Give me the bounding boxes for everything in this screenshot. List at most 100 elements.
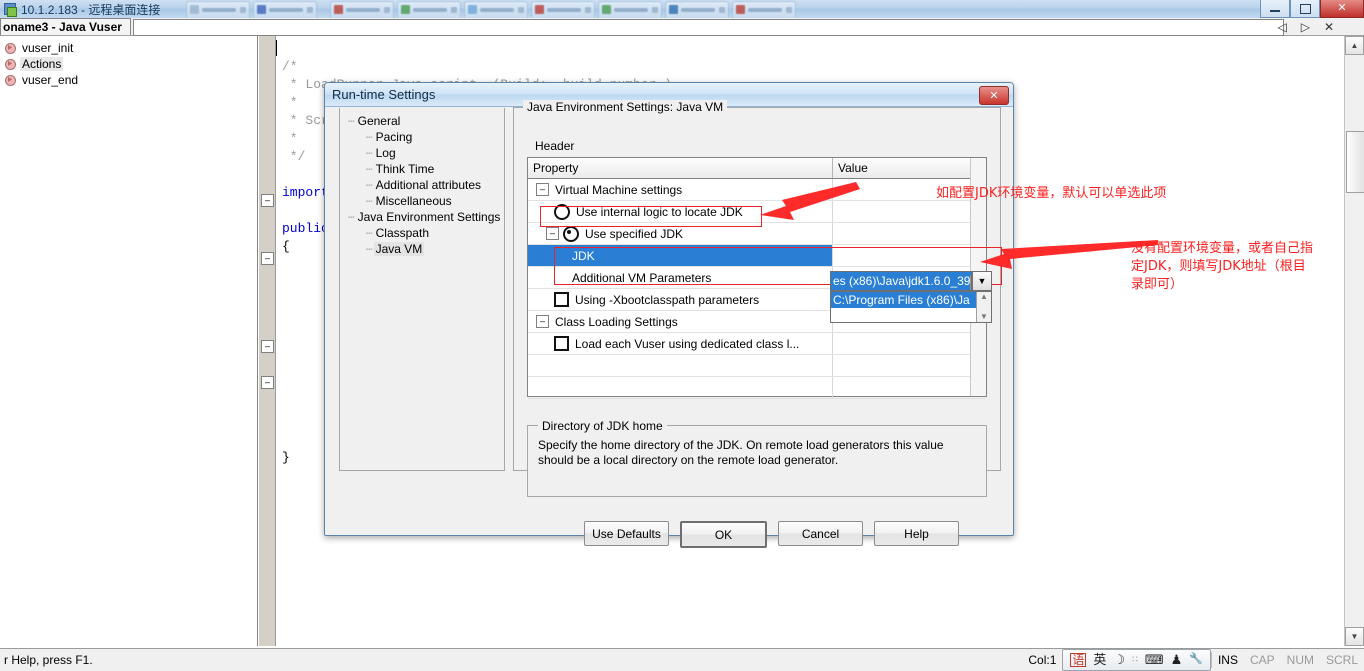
ime-toolbox-icon[interactable]: ♟ <box>1171 653 1183 666</box>
table-row[interactable]: – Use specified JDK <box>528 223 986 245</box>
minimize-button[interactable] <box>1260 0 1290 18</box>
fold-marker[interactable]: – <box>261 194 274 207</box>
ime-keyboard-icon[interactable]: ⌨ <box>1145 653 1164 666</box>
settings-tree-label: Additional attributes <box>375 178 482 192</box>
fold-marker[interactable]: – <box>261 376 274 389</box>
value-cell[interactable] <box>833 355 986 376</box>
background-tab[interactable] <box>186 0 251 18</box>
restore-button[interactable] <box>1290 0 1320 18</box>
mdi-close-icon[interactable]: ✕ <box>1324 20 1334 34</box>
scroll-down-arrow[interactable]: ▼ <box>980 313 988 321</box>
mdi-prev-icon[interactable]: ◁ <box>1277 20 1286 34</box>
scroll-up-arrow[interactable]: ▲ <box>1345 36 1364 55</box>
background-tab[interactable] <box>598 0 663 18</box>
property-cell: – Class Loading Settings <box>528 311 833 332</box>
expander-icon[interactable]: – <box>536 315 549 328</box>
background-tab[interactable] <box>253 0 318 18</box>
property-label: Load each Vuser using dedicated class l.… <box>575 336 800 351</box>
settings-tree-item-general[interactable]: ┄ General <box>344 113 504 129</box>
action-icon <box>4 58 16 70</box>
settings-tree-item-log[interactable]: ┄ Log <box>344 145 504 161</box>
value-cell[interactable] <box>833 223 986 244</box>
background-tab[interactable] <box>531 0 596 18</box>
settings-tree-item-java-environment-settings[interactable]: ┄ Java Environment Settings <box>344 209 504 225</box>
background-tab[interactable] <box>330 0 395 18</box>
expander-icon[interactable]: – <box>546 227 559 240</box>
settings-tree-item-classpath[interactable]: ┄ Classpath <box>344 225 504 241</box>
mdi-controls: ◁ ▷ ✕ <box>1277 19 1334 34</box>
ok-button[interactable]: OK <box>680 521 767 548</box>
settings-tree-item-additional-attributes[interactable]: ┄ Additional attributes <box>344 177 504 193</box>
checkbox-using-xbootclasspath[interactable] <box>554 292 569 307</box>
settings-tree-item-think-time[interactable]: ┄ Think Time <box>344 161 504 177</box>
background-tab[interactable] <box>397 0 462 18</box>
table-row[interactable]: – Virtual Machine settings <box>528 179 986 201</box>
fold-marker[interactable]: – <box>261 340 274 353</box>
tree-item-label: vuser_init <box>22 41 74 55</box>
expander-icon[interactable]: – <box>536 183 549 196</box>
tree-branch-icon: ┄ <box>366 179 373 192</box>
ime-halfwidth-icon[interactable]: ☽ <box>1113 653 1125 666</box>
table-row[interactable]: JDK <box>528 245 986 267</box>
use-defaults-button[interactable]: Use Defaults <box>584 521 669 546</box>
property-grid[interactable]: Property Value – Virtual Machine setting… <box>527 157 992 399</box>
ime-language-icon[interactable]: 语 <box>1070 652 1087 667</box>
background-tab[interactable] <box>732 0 797 18</box>
table-row[interactable] <box>528 355 986 377</box>
dialog-button-row: Use Defaults OK Cancel Help <box>325 521 1013 548</box>
annotation-text-1: 如配置JDK环境变量，默认可以单选此项 <box>936 186 1167 201</box>
mdi-tab-title[interactable]: oname3 - Java Vuser <box>0 18 131 35</box>
dropdown-scrollbar[interactable]: ▲ ▼ <box>976 292 991 322</box>
tree-item-vuser-init[interactable]: vuser_init <box>2 40 257 56</box>
status-indicator-cap: CAP <box>1249 652 1275 667</box>
dialog-title: Run-time Settings <box>332 87 436 102</box>
radio-use-internal-logic[interactable] <box>554 203 570 220</box>
ime-mode-icon[interactable]: 英 <box>1093 653 1106 666</box>
code-line: import <box>282 185 329 200</box>
column-header-value[interactable]: Value <box>833 158 986 178</box>
table-row[interactable] <box>528 377 986 399</box>
close-icon: ✕ <box>989 90 999 102</box>
checkbox-load-each-vuser[interactable] <box>554 336 569 351</box>
dropdown-arrow-icon[interactable]: ▼ <box>973 271 992 291</box>
jdk-path-dropdown-list[interactable]: C:\Program Files (x86)\Ja ▲ ▼ <box>830 291 992 323</box>
dialog-close-button[interactable]: ✕ <box>979 86 1009 105</box>
window-controls: ✕ <box>1260 0 1364 18</box>
settings-tree-label: Log <box>375 146 396 160</box>
cancel-button[interactable]: Cancel <box>778 521 863 546</box>
value-cell[interactable] <box>833 377 986 398</box>
settings-tree-label: Miscellaneous <box>375 194 452 208</box>
ime-wrench-icon[interactable]: 🔧 <box>1189 654 1203 665</box>
editor-scrollbar[interactable]: ▲ ▼ <box>1344 36 1364 646</box>
table-row[interactable]: Use internal logic to locate JDK <box>528 201 986 223</box>
table-row[interactable]: Load each Vuser using dedicated class l.… <box>528 333 986 355</box>
close-button[interactable]: ✕ <box>1320 0 1364 18</box>
tree-item-vuser-end[interactable]: vuser_end <box>2 72 257 88</box>
help-button[interactable]: Help <box>874 521 959 546</box>
dropdown-option[interactable]: C:\Program Files (x86)\Ja <box>831 292 976 308</box>
settings-tree-item-java-vm[interactable]: ┄ Java VM <box>344 241 504 257</box>
ime-punctuation-icon[interactable]: ∷ <box>1132 655 1138 664</box>
value-cell[interactable] <box>833 333 986 354</box>
settings-category-tree: ┄ General ┄ Pacing ┄ Log ┄ Think Time ┄ <box>339 108 505 471</box>
fold-marker[interactable]: – <box>261 252 274 265</box>
background-tab[interactable] <box>665 0 730 18</box>
background-tab[interactable] <box>464 0 529 18</box>
mdi-next-icon[interactable]: ▷ <box>1301 20 1310 34</box>
tree-item-actions[interactable]: Actions <box>2 56 257 72</box>
ime-toolbar[interactable]: 语 英 ☽ ∷ ⌨ ♟ 🔧 <box>1062 648 1211 671</box>
radio-use-specified-jdk[interactable] <box>563 225 579 242</box>
jdk-path-combobox[interactable]: es (x86)\Java\jdk1.6.0_39 ▼ <box>830 271 992 291</box>
column-header-property[interactable]: Property <box>528 158 833 178</box>
value-cell[interactable] <box>833 201 986 222</box>
tree-branch-icon: ┄ <box>366 227 373 240</box>
scroll-down-arrow[interactable]: ▼ <box>1345 627 1364 646</box>
settings-tree-item-miscellaneous[interactable]: ┄ Miscellaneous <box>344 193 504 209</box>
value-cell[interactable] <box>833 245 986 266</box>
tree-branch-icon: ┄ <box>348 211 355 224</box>
scrollbar-thumb[interactable] <box>1346 131 1364 193</box>
settings-tree-label: Think Time <box>375 162 435 176</box>
settings-tree-item-pacing[interactable]: ┄ Pacing <box>344 129 504 145</box>
jdk-path-input[interactable]: es (x86)\Java\jdk1.6.0_39 <box>830 271 973 291</box>
scroll-up-arrow[interactable]: ▲ <box>980 293 988 301</box>
